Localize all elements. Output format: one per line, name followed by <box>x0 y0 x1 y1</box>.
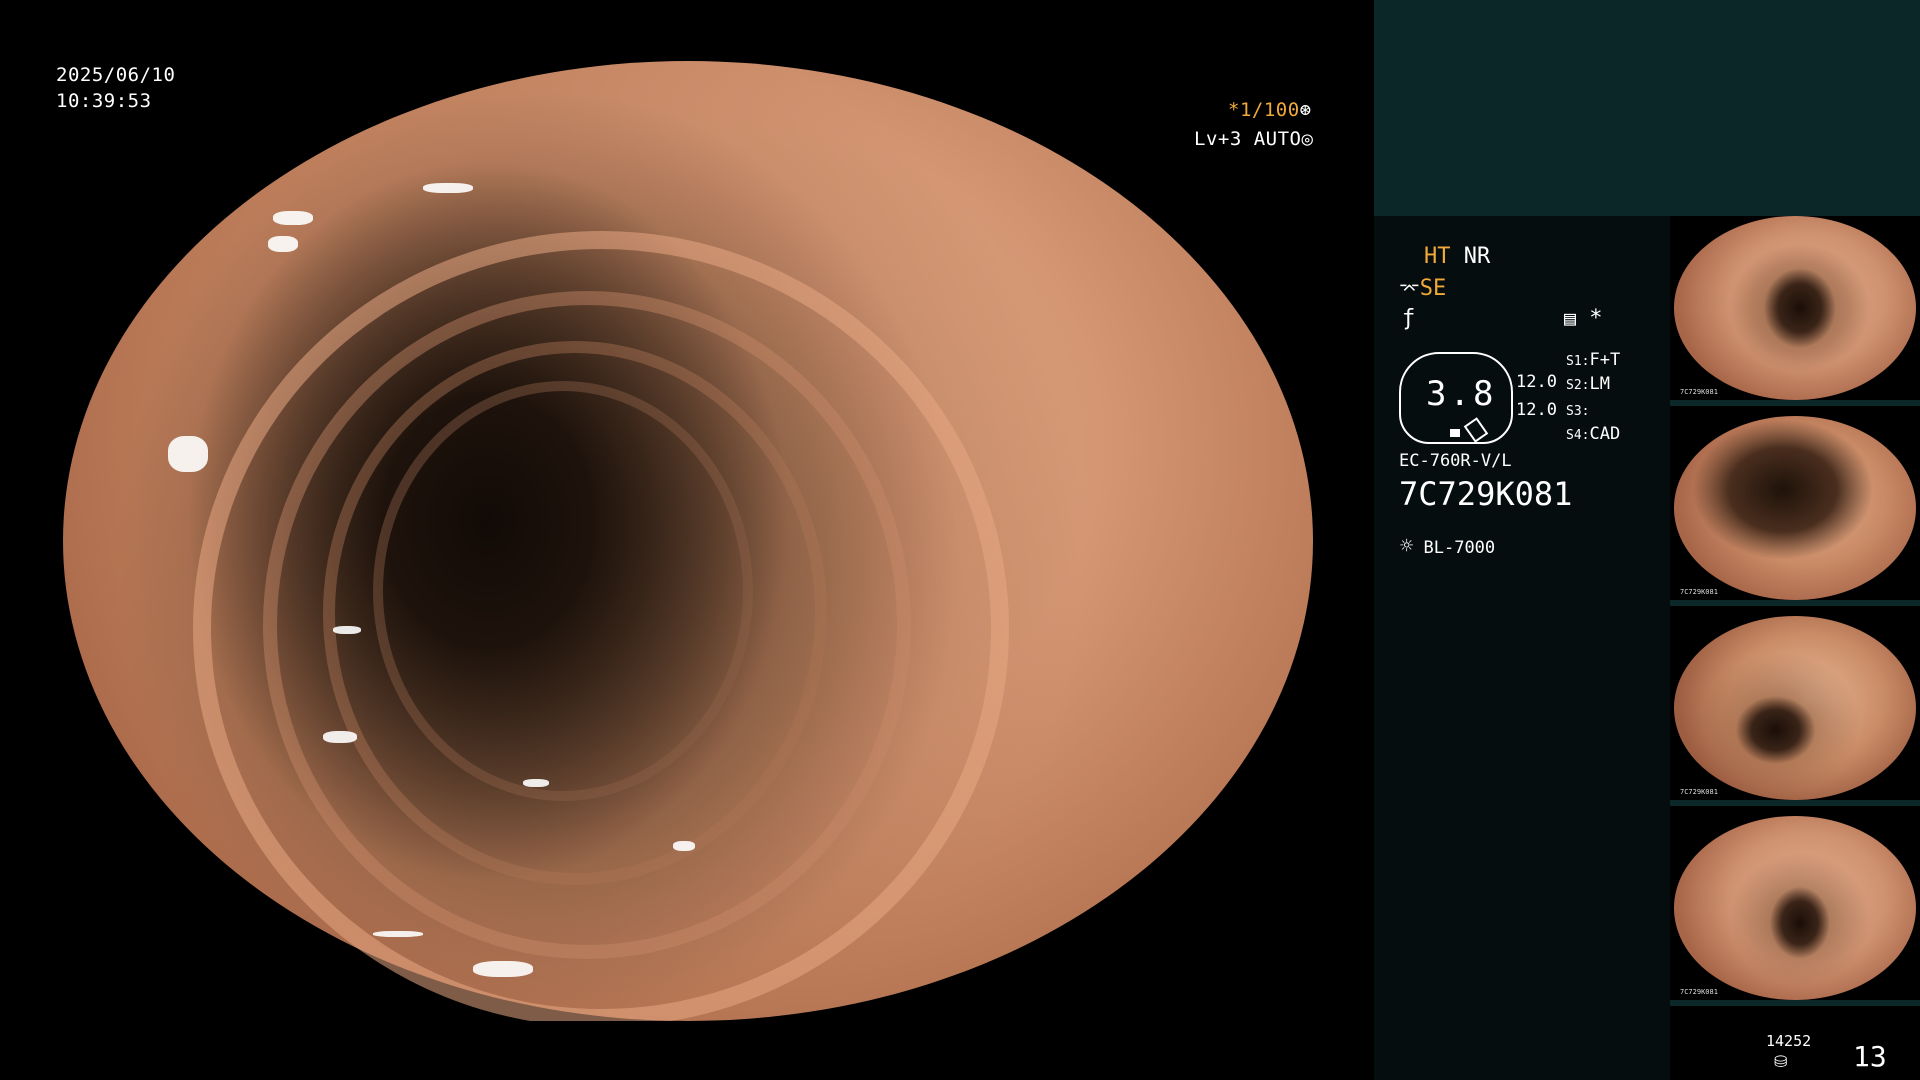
thumbnail-label: 7C729K081 <box>1680 388 1718 396</box>
zoom-value: 3.8 <box>1426 374 1497 414</box>
light-source-row: ☼ BL-7000 <box>1400 534 1495 559</box>
shutter-icon: ⊛ <box>1299 99 1312 121</box>
thumbnail-image <box>1674 216 1916 400</box>
thumbnail-bar <box>1670 1000 1920 1006</box>
storage-icon: ⛁ <box>1774 1052 1788 1071</box>
menu-icon: ▤ <box>1564 306 1577 330</box>
s1-value: F+T <box>1589 350 1621 370</box>
thumbnail-4[interactable]: 7C729K081 <box>1670 816 1920 1006</box>
switch-s2: S2:LM <box>1566 374 1610 394</box>
thumbnail-2[interactable]: 7C729K081 <box>1670 416 1920 606</box>
shutter-label: *1/100 <box>1228 99 1300 121</box>
s3-key: S3: <box>1566 404 1590 419</box>
endoscope-main-view <box>63 61 1313 1021</box>
light-source-icon: ☼ <box>1400 534 1414 559</box>
switch-s1: S1:F+T <box>1566 350 1620 370</box>
structure-enhancement-row: ⌤SE <box>1399 276 1446 301</box>
switch-s3: S3: <box>1566 400 1589 420</box>
thumbnail-image <box>1674 416 1916 600</box>
exposure-settings: Lv+3 AUTO◎ <box>1194 128 1313 150</box>
star-label: * <box>1589 306 1603 331</box>
time-label: 10:39:53 <box>56 90 152 112</box>
iris-icon: ◎ <box>1301 128 1314 150</box>
thumbnail-1[interactable]: 7C729K081 <box>1670 216 1920 406</box>
value-a: 12.0 <box>1516 372 1557 392</box>
thumbnail-image <box>1674 616 1916 800</box>
gamma-icon: ƒ <box>1402 306 1416 331</box>
endoscope-image <box>63 61 1313 1021</box>
s4-value: CAD <box>1589 424 1621 444</box>
thumbnail-label: 7C729K081 <box>1680 788 1718 796</box>
thumbnail-3[interactable]: 7C729K081 <box>1670 616 1920 806</box>
level-label: Lv+3 <box>1194 128 1242 150</box>
structure-icon: ⌤ <box>1399 279 1420 300</box>
value-b: 12.0 <box>1516 400 1557 420</box>
s2-value: LM <box>1589 374 1610 394</box>
thumbnail-bar <box>1670 600 1920 606</box>
scope-model: EC-760R-V/L <box>1399 451 1512 471</box>
settings-panel <box>1374 216 1670 1080</box>
shutter-speed: *1/100⊛ <box>1228 99 1312 121</box>
scope-serial: 7C729K081 <box>1399 475 1573 513</box>
image-count: 13 <box>1853 1040 1887 1073</box>
s4-key: S4: <box>1566 428 1590 443</box>
thumbnail-label: 7C729K081 <box>1680 588 1718 596</box>
enhancement-row: HT NR <box>1424 244 1490 269</box>
se-label: SE <box>1419 276 1447 301</box>
s2-key: S2: <box>1566 378 1590 393</box>
switch-s4: S4:CAD <box>1566 424 1620 444</box>
menu-row: ▤ * <box>1564 306 1603 331</box>
nr-label: NR <box>1463 244 1491 269</box>
iris-label: AUTO <box>1253 128 1302 150</box>
light-source-label: BL-7000 <box>1423 538 1496 558</box>
zoom-marker-icon <box>1450 429 1460 437</box>
date-label: 2025/06/10 <box>56 64 176 86</box>
thumbnail-column: 7C729K081 7C729K081 7C729K081 7C729K081 <box>1670 216 1920 1080</box>
thumbnail-bar <box>1670 800 1920 806</box>
ht-label: HT <box>1424 244 1451 269</box>
thumbnail-label: 7C729K081 <box>1680 988 1718 996</box>
s1-key: S1: <box>1566 354 1590 369</box>
side-panel-header <box>1374 0 1920 216</box>
frame-counter: 14252 <box>1766 1032 1812 1050</box>
thumbnail-bar <box>1670 400 1920 406</box>
thumbnail-image <box>1674 816 1916 1000</box>
